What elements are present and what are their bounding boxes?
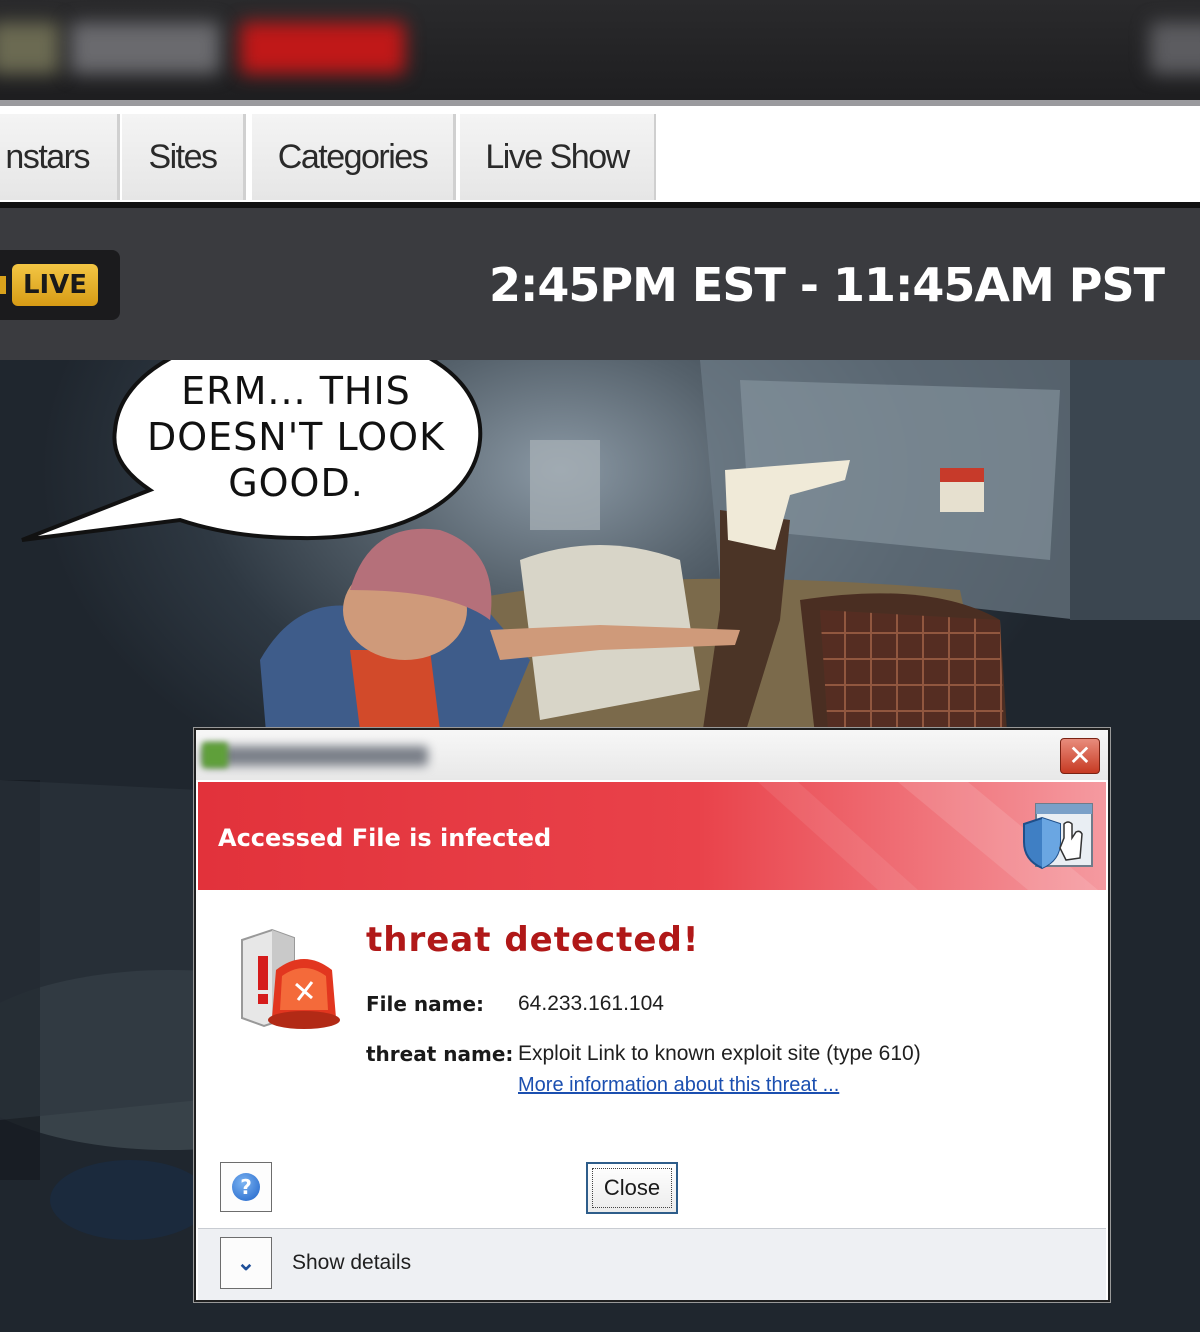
live-badge[interactable]: LIVE <box>12 264 98 306</box>
blurred-title-text <box>202 746 428 766</box>
dialog-title-bar[interactable]: ✕ <box>196 730 1108 780</box>
tab-pornstars[interactable]: nstars <box>0 114 120 200</box>
live-header: LIVE 2:45PM EST - 11:45AM PST <box>0 208 1200 360</box>
shield-icon <box>1023 803 1093 870</box>
threat-name-value: Exploit Link to known exploit site (type… <box>518 1042 921 1065</box>
more-info-link[interactable]: More information about this threat ... <box>518 1074 839 1097</box>
dialog-footer: ⌄ Show details <box>198 1228 1106 1300</box>
tab-label: Sites <box>148 137 218 176</box>
close-button[interactable]: Close <box>586 1162 678 1214</box>
blurred-logo-text <box>70 22 220 74</box>
site-nav: nstars Sites Categories Live Show <box>0 106 1200 202</box>
live-badge-container: LIVE <box>0 250 120 320</box>
blurred-right-item <box>1150 22 1200 74</box>
file-name-label: File name: <box>366 992 485 1016</box>
help-button[interactable]: ? <box>220 1162 272 1212</box>
blurred-logo <box>0 22 60 74</box>
tab-categories[interactable]: Categories <box>252 114 456 200</box>
file-name-value: 64.233.161.104 <box>518 992 664 1015</box>
help-icon: ? <box>232 1173 260 1201</box>
speech-bubble-text: ERM... THIS DOESN'T LOOK GOOD. <box>146 369 446 505</box>
threat-heading: threat detected! <box>366 920 700 960</box>
tab-label: nstars <box>5 137 90 176</box>
tab-label: Categories <box>277 137 429 176</box>
app-icon <box>202 742 228 768</box>
alert-banner: Accessed File is infected <box>198 782 1106 890</box>
browser-top-bar <box>0 0 1200 100</box>
time-display: 2:45PM EST - 11:45AM PST <box>488 258 1165 312</box>
tab-sites[interactable]: Sites <box>122 114 246 200</box>
threat-name-label: threat name: <box>366 1042 514 1066</box>
close-icon[interactable]: ✕ <box>1060 738 1100 774</box>
tab-live-show[interactable]: Live Show <box>460 114 656 200</box>
tab-label: Live Show <box>485 137 630 176</box>
chevron-down-icon[interactable]: ⌄ <box>220 1237 272 1289</box>
show-details-label[interactable]: Show details <box>292 1251 411 1275</box>
live-indicator-icon <box>0 276 6 294</box>
alarm-siren-icon <box>241 928 340 1029</box>
blurred-logo-red <box>240 22 405 74</box>
threat-alert-dialog: ✕ Accessed File is infected threat detec… <box>194 728 1110 1302</box>
banner-title: Accessed File is infected <box>218 824 552 852</box>
